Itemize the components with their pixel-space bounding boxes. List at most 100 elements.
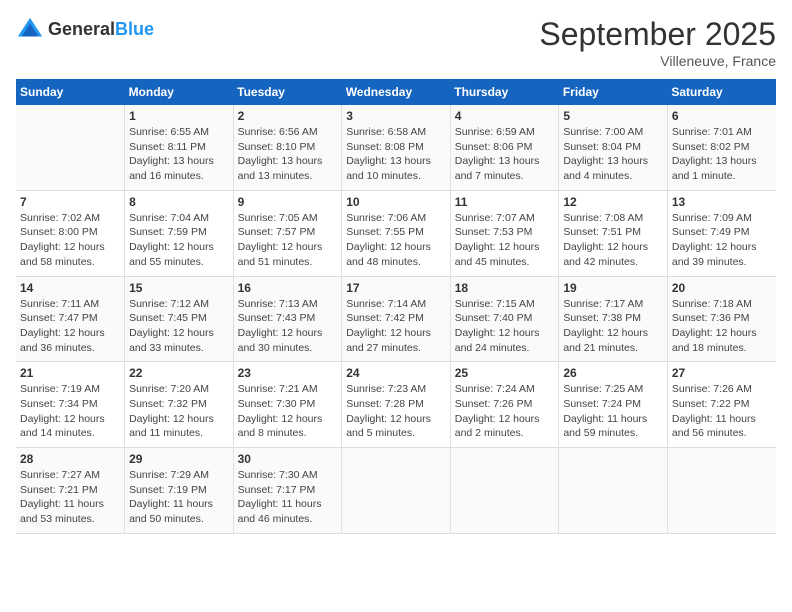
day-number: 2 bbox=[238, 109, 338, 123]
calendar-cell: 14Sunrise: 7:11 AMSunset: 7:47 PMDayligh… bbox=[16, 276, 125, 362]
calendar-cell: 16 Sunrise: 7:13 AMSunset: 7:43 PMDayligh… bbox=[233, 276, 342, 362]
day-number: 6 bbox=[672, 109, 772, 123]
header-thursday: Thursday bbox=[450, 79, 559, 105]
day-info: Sunrise: 7:19 AMSunset: 7:34 PMDaylight:… bbox=[20, 382, 120, 441]
day-info: Sunrise: 6:55 AMSunset: 8:11 PMDaylight:… bbox=[129, 125, 229, 184]
calendar-cell: 17Sunrise: 7:14 AMSunset: 7:42 PMDayligh… bbox=[342, 276, 451, 362]
calendar-cell: 25 Sunrise: 7:24 AMSunset: 7:26 PMDayligh… bbox=[450, 362, 559, 448]
day-number: 13 bbox=[672, 195, 772, 209]
day-info: Sunrise: 7:24 AMSunset: 7:26 PMDaylight:… bbox=[455, 382, 555, 441]
calendar-cell: 23Sunrise: 7:21 AMSunset: 7:30 PMDayligh… bbox=[233, 362, 342, 448]
day-info: Sunrise: 7:27 AMSunset: 7:21 PMDaylight:… bbox=[20, 468, 120, 527]
day-number: 26 bbox=[563, 366, 663, 380]
title-section: September 2025 Villeneuve, France bbox=[539, 16, 776, 69]
header-saturday: Saturday bbox=[667, 79, 776, 105]
calendar-cell: 9 Sunrise: 7:05 AMSunset: 7:57 PMDaylight… bbox=[233, 190, 342, 276]
calendar-cell: 4 Sunrise: 6:59 AMSunset: 8:06 PMDaylight… bbox=[450, 105, 559, 190]
month-title: September 2025 bbox=[539, 16, 776, 53]
day-number: 22 bbox=[129, 366, 229, 380]
day-number: 4 bbox=[455, 109, 555, 123]
calendar-cell: 24Sunrise: 7:23 AMSunset: 7:28 PMDayligh… bbox=[342, 362, 451, 448]
calendar-cell: 12 Sunrise: 7:08 AMSunset: 7:51 PMDayligh… bbox=[559, 190, 668, 276]
day-info: Sunrise: 7:06 AMSunset: 7:55 PMDaylight:… bbox=[346, 211, 446, 270]
day-number: 24 bbox=[346, 366, 446, 380]
day-info: Sunrise: 7:05 AMSunset: 7:57 PMDaylight:… bbox=[238, 211, 338, 270]
day-number: 21 bbox=[20, 366, 120, 380]
calendar-cell: 2 Sunrise: 6:56 AMSunset: 8:10 PMDaylight… bbox=[233, 105, 342, 190]
calendar-cell: 7Sunrise: 7:02 AMSunset: 8:00 PMDaylight… bbox=[16, 190, 125, 276]
day-number: 9 bbox=[238, 195, 338, 209]
day-info: Sunrise: 7:18 AMSunset: 7:36 PMDaylight:… bbox=[672, 297, 772, 356]
calendar-week-row: 14Sunrise: 7:11 AMSunset: 7:47 PMDayligh… bbox=[16, 276, 776, 362]
calendar-cell: 5Sunrise: 7:00 AMSunset: 8:04 PMDaylight… bbox=[559, 105, 668, 190]
calendar-cell: 21 Sunrise: 7:19 AMSunset: 7:34 PMDayligh… bbox=[16, 362, 125, 448]
calendar-cell: 18Sunrise: 7:15 AMSunset: 7:40 PMDayligh… bbox=[450, 276, 559, 362]
day-info: Sunrise: 7:21 AMSunset: 7:30 PMDaylight:… bbox=[238, 382, 338, 441]
calendar-cell bbox=[559, 448, 668, 534]
calendar-cell: 26 Sunrise: 7:25 AMSunset: 7:24 PMDayligh… bbox=[559, 362, 668, 448]
calendar-cell: 11Sunrise: 7:07 AMSunset: 7:53 PMDayligh… bbox=[450, 190, 559, 276]
logo-icon bbox=[16, 16, 44, 44]
day-number: 8 bbox=[129, 195, 229, 209]
day-number: 10 bbox=[346, 195, 446, 209]
calendar-table: Sunday Monday Tuesday Wednesday Thursday… bbox=[16, 79, 776, 534]
day-info: Sunrise: 7:17 AMSunset: 7:38 PMDaylight:… bbox=[563, 297, 663, 356]
day-number: 20 bbox=[672, 281, 772, 295]
day-info: Sunrise: 7:29 AMSunset: 7:19 PMDaylight:… bbox=[129, 468, 229, 527]
header-sunday: Sunday bbox=[16, 79, 125, 105]
calendar-cell bbox=[667, 448, 776, 534]
calendar-cell: 10 Sunrise: 7:06 AMSunset: 7:55 PMDayligh… bbox=[342, 190, 451, 276]
calendar-cell: 20 Sunrise: 7:18 AMSunset: 7:36 PMDayligh… bbox=[667, 276, 776, 362]
day-number: 27 bbox=[672, 366, 772, 380]
day-number: 19 bbox=[563, 281, 663, 295]
calendar-cell: 15Sunrise: 7:12 AMSunset: 7:45 PMDayligh… bbox=[125, 276, 234, 362]
calendar-cell: 27 Sunrise: 7:26 AMSunset: 7:22 PMDayligh… bbox=[667, 362, 776, 448]
day-number: 16 bbox=[238, 281, 338, 295]
calendar-header-row: Sunday Monday Tuesday Wednesday Thursday… bbox=[16, 79, 776, 105]
header-friday: Friday bbox=[559, 79, 668, 105]
day-info: Sunrise: 7:02 AMSunset: 8:00 PMDaylight:… bbox=[20, 211, 120, 270]
day-number: 14 bbox=[20, 281, 120, 295]
day-info: Sunrise: 6:59 AMSunset: 8:06 PMDaylight:… bbox=[455, 125, 555, 184]
day-number: 25 bbox=[455, 366, 555, 380]
day-info: Sunrise: 7:04 AMSunset: 7:59 PMDaylight:… bbox=[129, 211, 229, 270]
day-number: 28 bbox=[20, 452, 120, 466]
day-info: Sunrise: 6:56 AMSunset: 8:10 PMDaylight:… bbox=[238, 125, 338, 184]
calendar-cell bbox=[450, 448, 559, 534]
location: Villeneuve, France bbox=[539, 53, 776, 69]
day-number: 5 bbox=[563, 109, 663, 123]
day-info: Sunrise: 7:13 AMSunset: 7:43 PMDaylight:… bbox=[238, 297, 338, 356]
header-monday: Monday bbox=[125, 79, 234, 105]
day-number: 29 bbox=[129, 452, 229, 466]
day-info: Sunrise: 6:58 AMSunset: 8:08 PMDaylight:… bbox=[346, 125, 446, 184]
day-number: 1 bbox=[129, 109, 229, 123]
calendar-cell: 19 Sunrise: 7:17 AMSunset: 7:38 PMDayligh… bbox=[559, 276, 668, 362]
day-info: Sunrise: 7:25 AMSunset: 7:24 PMDaylight:… bbox=[563, 382, 663, 441]
calendar-cell: 28 Sunrise: 7:27 AMSunset: 7:21 PMDayligh… bbox=[16, 448, 125, 534]
logo-text: GeneralBlue bbox=[48, 20, 154, 40]
day-number: 12 bbox=[563, 195, 663, 209]
logo-blue: Blue bbox=[115, 19, 154, 39]
day-info: Sunrise: 7:20 AMSunset: 7:32 PMDaylight:… bbox=[129, 382, 229, 441]
day-number: 3 bbox=[346, 109, 446, 123]
day-info: Sunrise: 7:01 AMSunset: 8:02 PMDaylight:… bbox=[672, 125, 772, 184]
calendar-cell: 3 Sunrise: 6:58 AMSunset: 8:08 PMDaylight… bbox=[342, 105, 451, 190]
calendar-cell: 1 Sunrise: 6:55 AMSunset: 8:11 PMDaylight… bbox=[125, 105, 234, 190]
calendar-week-row: 21 Sunrise: 7:19 AMSunset: 7:34 PMDayligh… bbox=[16, 362, 776, 448]
header-wednesday: Wednesday bbox=[342, 79, 451, 105]
calendar-cell: 13Sunrise: 7:09 AMSunset: 7:49 PMDayligh… bbox=[667, 190, 776, 276]
calendar-cell: 29 Sunrise: 7:29 AMSunset: 7:19 PMDayligh… bbox=[125, 448, 234, 534]
calendar-week-row: 1 Sunrise: 6:55 AMSunset: 8:11 PMDaylight… bbox=[16, 105, 776, 190]
page-header: GeneralBlue September 2025 Villeneuve, F… bbox=[16, 16, 776, 69]
logo-general: General bbox=[48, 19, 115, 39]
day-number: 11 bbox=[455, 195, 555, 209]
calendar-week-row: 28 Sunrise: 7:27 AMSunset: 7:21 PMDayligh… bbox=[16, 448, 776, 534]
calendar-week-row: 7Sunrise: 7:02 AMSunset: 8:00 PMDaylight… bbox=[16, 190, 776, 276]
day-number: 15 bbox=[129, 281, 229, 295]
day-number: 30 bbox=[238, 452, 338, 466]
day-info: Sunrise: 7:26 AMSunset: 7:22 PMDaylight:… bbox=[672, 382, 772, 441]
logo: GeneralBlue bbox=[16, 16, 154, 44]
day-info: Sunrise: 7:14 AMSunset: 7:42 PMDaylight:… bbox=[346, 297, 446, 356]
day-info: Sunrise: 7:08 AMSunset: 7:51 PMDaylight:… bbox=[563, 211, 663, 270]
day-info: Sunrise: 7:30 AMSunset: 7:17 PMDaylight:… bbox=[238, 468, 338, 527]
